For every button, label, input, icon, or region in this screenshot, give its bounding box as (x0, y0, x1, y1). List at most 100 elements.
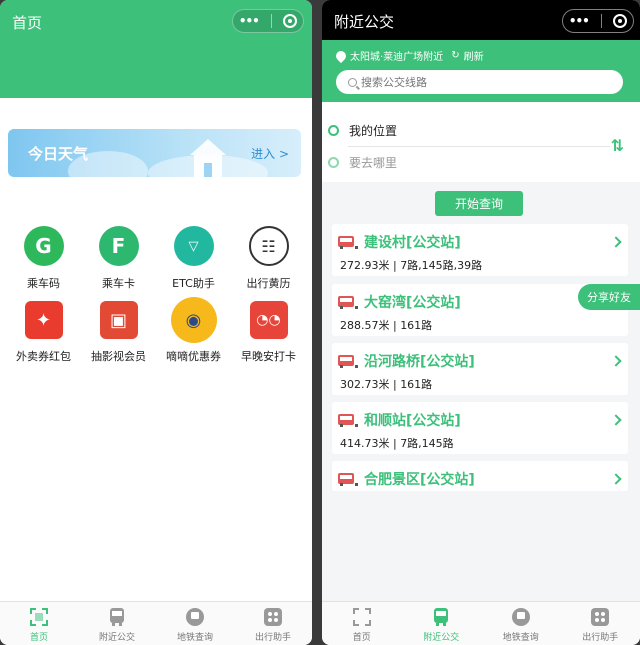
more-icon[interactable]: ••• (569, 14, 590, 28)
search-input[interactable] (361, 75, 601, 89)
service-etc[interactable]: ▽ ETC助手 (156, 226, 231, 291)
mini-program-capsule: ••• (562, 9, 634, 33)
station-name: 合肥景区[公交站] (364, 472, 475, 488)
tab-label: 附近公交 (423, 633, 460, 643)
weather-banner[interactable]: 今日天气 进入 > (8, 129, 301, 177)
station-info: 288.57米 | 161路 (340, 319, 433, 332)
swap-icon[interactable]: ⇅ (611, 136, 624, 155)
service-label: 嘀嘀优惠券 (166, 350, 221, 363)
close-target-icon[interactable] (613, 14, 628, 28)
tab-nearby-bus[interactable]: 附近公交 (402, 602, 482, 645)
station-info: 302.73米 | 161路 (340, 378, 433, 391)
destination-field[interactable]: 要去哪里 (349, 154, 397, 171)
ride-card-icon: F (98, 226, 139, 266)
service-grid: G 乘车码 F 乘车卡 ▽ ETC助手 ☷ 出行黄历 ✦ 外卖券红包 ▣ 抽影视… (6, 226, 306, 364)
grid-icon (263, 607, 283, 627)
almanac-icon: ☷ (248, 226, 289, 266)
chevron-right-icon (610, 473, 622, 485)
tab-home[interactable]: 首页 (322, 602, 402, 645)
refresh-link[interactable]: 刷新 (464, 48, 484, 63)
origin-dot-icon (328, 125, 339, 136)
bus-icon (338, 296, 358, 309)
more-icon[interactable]: ••• (239, 14, 260, 28)
bus-icon (338, 355, 358, 368)
station-name: 沿河路桥[公交站] (364, 354, 475, 370)
tab-label: 首页 (29, 633, 48, 643)
bottom-tab-bar: 首页 附近公交 地铁查询 出行助手 (0, 601, 312, 645)
capsule-divider (600, 14, 602, 28)
chevron-right-icon (610, 236, 622, 248)
tab-label: 出行助手 (582, 633, 619, 643)
divider (348, 146, 610, 147)
bus-icon (338, 236, 358, 249)
service-ride-code[interactable]: G 乘车码 (6, 226, 81, 291)
service-label: 抽影视会员 (91, 350, 146, 363)
station-card[interactable]: 和顺站[公交站] 414.73米 | 7路,145路 (332, 402, 628, 454)
weather-title: 今日天气 (28, 145, 89, 163)
service-ride-card[interactable]: F 乘车卡 (81, 226, 156, 291)
weather-enter-link[interactable]: 进入 > (251, 145, 289, 162)
mini-program-capsule: ••• (232, 9, 304, 33)
origin-row[interactable]: 我的位置 (328, 122, 397, 139)
capsule-divider (270, 14, 272, 28)
station-card[interactable]: 建设村[公交站] 272.93米 | 7路,145路,39路 (332, 224, 628, 276)
bus-line-search[interactable] (336, 70, 623, 94)
service-checkin[interactable]: ◔◔ 早晚安打卡 (231, 301, 306, 364)
bottom-tab-bar: 首页 附近公交 地铁查询 出行助手 (322, 601, 640, 645)
station-name: 和顺站[公交站] (364, 413, 461, 429)
subway-icon (185, 607, 205, 627)
tab-label: 附近公交 (98, 633, 135, 643)
house-illustration-icon (190, 139, 226, 177)
station-card[interactable]: 合肥景区[公交站] (332, 461, 628, 491)
taxi-icon: ◉ (170, 297, 217, 343)
service-label: 乘车码 (27, 277, 60, 290)
start-query-button[interactable]: 开始查询 (435, 191, 523, 216)
service-taxi-coupon[interactable]: ◉ 嘀嘀优惠券 (156, 297, 231, 364)
scan-frame-icon (352, 607, 372, 627)
page-title: 附近公交 (334, 13, 395, 31)
tab-home[interactable]: 首页 (0, 602, 78, 645)
origin-text: 我的位置 (349, 124, 398, 138)
station-info: 272.93米 | 7路,145路,39路 (340, 259, 483, 272)
refresh-icon[interactable]: ↻ (451, 50, 459, 61)
page-title: 首页 (12, 14, 43, 32)
location-bar: 太阳城·莱迪广场附近 ↻ 刷新 (322, 40, 640, 102)
share-friends-button[interactable]: 分享好友 (578, 284, 640, 310)
tab-label: 地铁查询 (502, 633, 539, 643)
location-pin-icon (333, 48, 349, 63)
station-info: 414.73米 | 7路,145路 (340, 437, 454, 450)
tab-travel-assistant[interactable]: 出行助手 (234, 602, 312, 645)
nearby-header: 附近公交 ••• (322, 0, 640, 40)
service-label: 外卖券红包 (16, 350, 71, 363)
destination-dot-icon (328, 157, 339, 168)
bus-icon (338, 414, 358, 427)
service-almanac[interactable]: ☷ 出行黄历 (231, 226, 306, 291)
service-gift[interactable]: ▣ 抽影视会员 (81, 301, 156, 364)
service-takeout-coupon[interactable]: ✦ 外卖券红包 (6, 301, 81, 364)
station-name: 建设村[公交站] (364, 235, 461, 251)
nearby-bus-screen: 附近公交 ••• 太阳城·莱迪广场附近 ↻ 刷新 我的位置 要去哪里 ⇅ (322, 0, 640, 645)
grid-icon (590, 607, 610, 627)
tab-label: 出行助手 (254, 633, 291, 643)
station-card[interactable]: 沿河路桥[公交站] 302.73米 | 161路 (332, 343, 628, 395)
checkin-icon: ◔◔ (249, 301, 288, 339)
home-header: 首页 ••• (0, 0, 312, 98)
bus-icon (107, 607, 127, 627)
route-planner: 我的位置 要去哪里 ⇅ (322, 102, 640, 182)
takeout-coupon-icon: ✦ (24, 301, 63, 339)
chevron-right-icon (610, 355, 622, 367)
tab-subway[interactable]: 地铁查询 (481, 602, 561, 645)
close-target-icon[interactable] (283, 14, 298, 28)
service-label: ETC助手 (172, 277, 215, 290)
tab-nearby-bus[interactable]: 附近公交 (78, 602, 156, 645)
chevron-right-icon (610, 414, 622, 426)
location-text: 太阳城·莱迪广场附近 (350, 52, 444, 63)
etc-icon: ▽ (173, 226, 214, 266)
tab-label: 地铁查询 (176, 633, 213, 643)
tab-travel-assistant[interactable]: 出行助手 (561, 602, 640, 645)
bus-icon (431, 607, 451, 627)
tab-subway[interactable]: 地铁查询 (156, 602, 234, 645)
service-label: 乘车卡 (102, 277, 135, 290)
service-label: 早晚安打卡 (241, 350, 296, 363)
destination-row[interactable]: 要去哪里 (328, 154, 397, 171)
